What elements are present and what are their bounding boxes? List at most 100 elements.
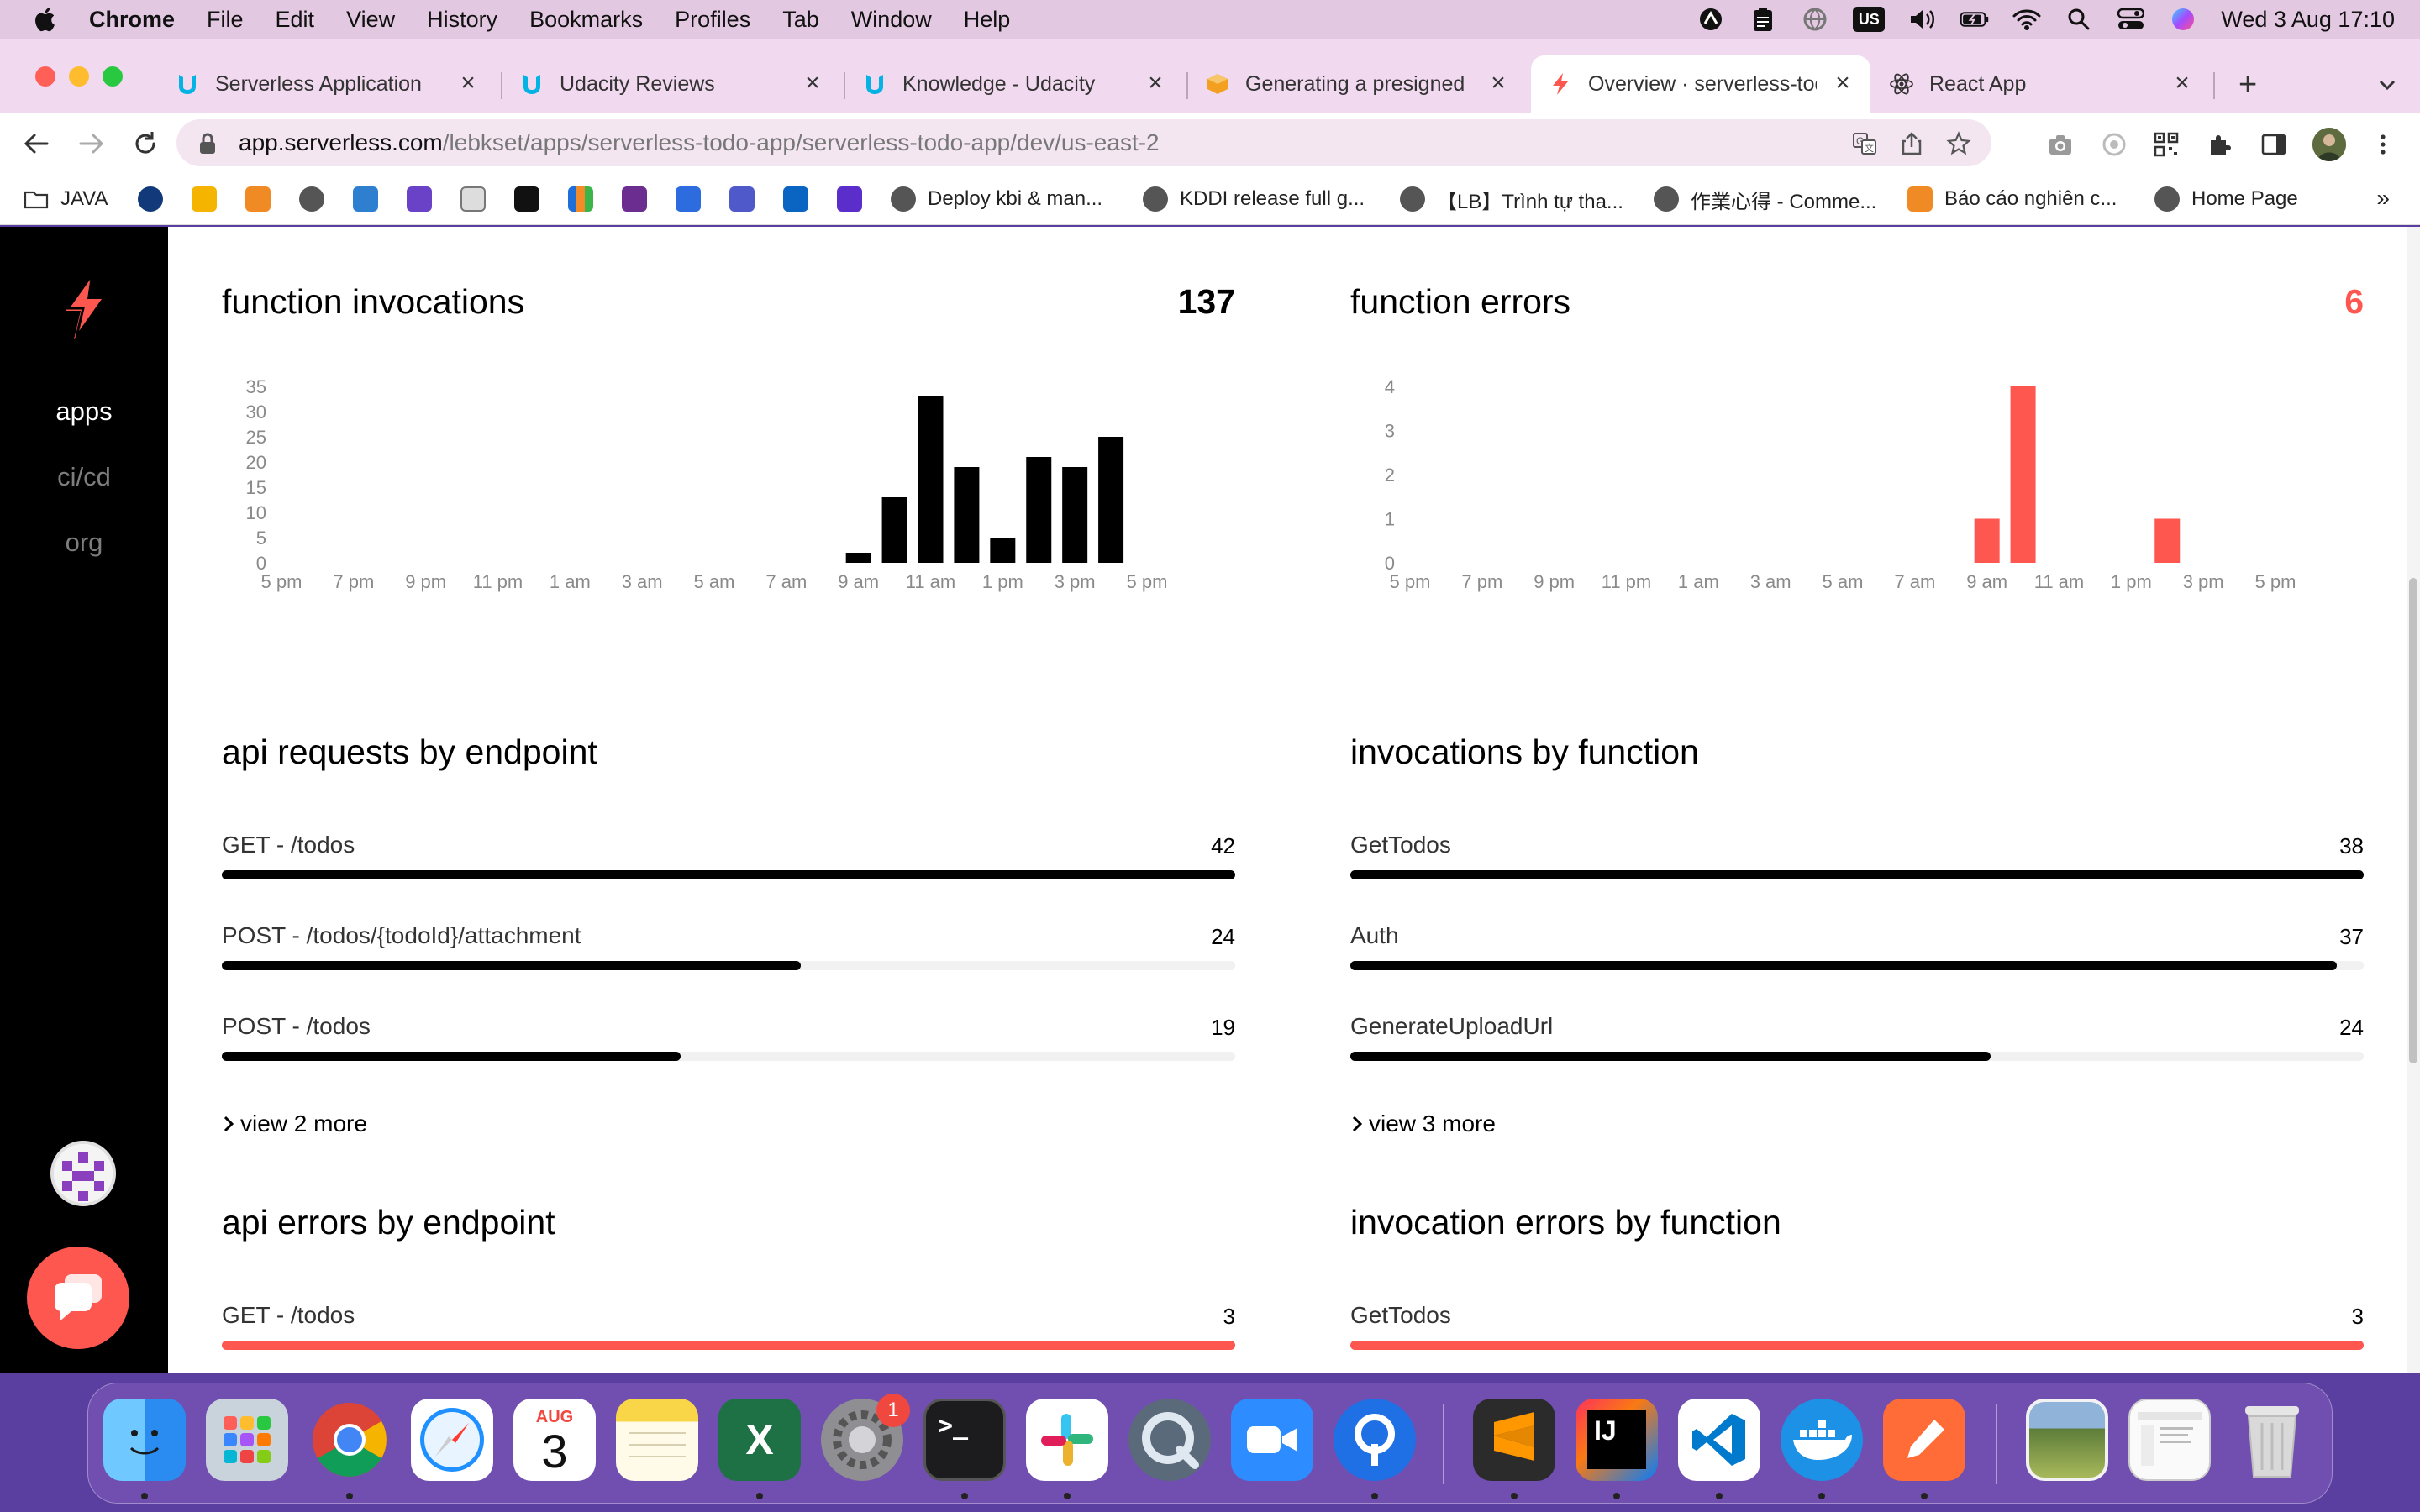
close-icon[interactable]: ×	[1143, 71, 1168, 96]
menu-file[interactable]: File	[207, 7, 244, 33]
bookmark-sagyo-shintoku[interactable]: 作業心得 - Comme...	[1654, 185, 1876, 213]
bookmark-icon-only[interactable]	[407, 185, 444, 213]
tab-search-chevron-icon[interactable]	[2375, 72, 2400, 97]
endpoint-row[interactable]: GET - /todos 42	[222, 832, 1235, 882]
support-chat-button[interactable]	[27, 1247, 129, 1349]
bookmark-deploy-kbi[interactable]: Deploy kbi & man...	[891, 185, 1102, 213]
chart-bar[interactable]	[2154, 518, 2181, 564]
bookmark-home-page[interactable]: Home Page	[2154, 185, 2298, 213]
close-icon[interactable]: ×	[455, 71, 481, 96]
menu-history[interactable]: History	[427, 7, 497, 33]
menubar-clock[interactable]: Wed 3 Aug 17:10	[2221, 7, 2395, 33]
menu-help[interactable]: Help	[964, 7, 1011, 33]
bookmark-bao-cao[interactable]: Báo cáo nghiên c...	[1907, 185, 2117, 213]
sidebar-item-org[interactable]: org	[0, 528, 168, 558]
chart-bar[interactable]	[954, 467, 980, 563]
menu-profiles[interactable]: Profiles	[675, 7, 750, 33]
endpoint-row[interactable]: POST - /todos/{todoId}/attachment 24	[222, 922, 1235, 973]
terminal-icon[interactable]: >_	[923, 1399, 1006, 1481]
extensions-puzzle-icon[interactable]	[2207, 131, 2233, 158]
tab-serverless-application[interactable]: Serverless Application ×	[160, 55, 496, 113]
bookmark-icon-only[interactable]	[192, 185, 229, 213]
tab-knowledge-udacity[interactable]: Knowledge - Udacity ×	[847, 55, 1183, 113]
close-icon[interactable]: ×	[1830, 71, 1855, 96]
function-error-row[interactable]: GetTodos 3	[1350, 1302, 2364, 1352]
chart-bar[interactable]	[1062, 467, 1088, 563]
trash-icon[interactable]	[2231, 1399, 2313, 1481]
spotlight-search-icon[interactable]	[2065, 7, 2093, 32]
close-icon[interactable]: ×	[1486, 71, 1511, 96]
excel-icon[interactable]: X	[718, 1399, 801, 1481]
slack-icon[interactable]	[1026, 1399, 1108, 1481]
launchpad-icon[interactable]	[206, 1399, 288, 1481]
close-icon[interactable]: ×	[2170, 71, 2195, 96]
menu-edit[interactable]: Edit	[276, 7, 315, 33]
address-bar[interactable]: app.serverless.com/lebkset/apps/serverle…	[176, 119, 1991, 166]
bookmark-icon-only[interactable]	[353, 185, 390, 213]
chrome-menu-kebab-icon[interactable]	[2370, 131, 2396, 158]
view-more-link[interactable]: view 3 more	[1350, 1110, 1496, 1137]
bookmark-icon-only[interactable]	[245, 185, 282, 213]
record-extension-icon[interactable]	[2101, 131, 2128, 158]
back-arrow-icon[interactable]	[22, 129, 50, 158]
finder-icon[interactable]	[103, 1399, 186, 1481]
tab-generating-presigned-url[interactable]: Generating a presigned URL ×	[1190, 55, 1526, 113]
tab-overview-serverless-todo[interactable]: Overview · serverless-todo ×	[1531, 55, 1870, 113]
qr-code-extension-icon[interactable]	[2153, 131, 2180, 158]
menu-bookmarks[interactable]: Bookmarks	[529, 7, 643, 33]
safari-icon[interactable]	[411, 1399, 493, 1481]
user-avatar[interactable]	[50, 1141, 116, 1206]
calendar-icon[interactable]: AUG 3	[513, 1399, 596, 1481]
address-url[interactable]: app.serverless.com/lebkset/apps/serverle…	[239, 129, 1160, 156]
chart-bar[interactable]	[1098, 437, 1124, 563]
menu-app-chrome[interactable]: Chrome	[89, 7, 175, 33]
photos-preview-icon[interactable]	[2026, 1399, 2108, 1481]
bookmark-icon-only[interactable]	[138, 185, 175, 213]
cleaner-status-icon[interactable]	[1697, 7, 1725, 32]
chart-bar[interactable]	[2010, 386, 2036, 563]
bookmark-icon-only[interactable]	[676, 185, 713, 213]
proxyman-icon[interactable]	[1334, 1399, 1416, 1481]
quicktime-icon[interactable]	[1128, 1399, 1211, 1481]
vpn-globe-status-icon[interactable]	[1801, 7, 1829, 32]
bookmark-icon-only[interactable]	[837, 185, 874, 213]
chart-bar[interactable]	[1974, 518, 2000, 564]
bookmark-lb-trinh-tu[interactable]: 【LB】Trình tự tha...	[1400, 185, 1623, 213]
sidebar-item-apps[interactable]: apps	[0, 396, 168, 427]
scrollbar-thumb[interactable]	[2409, 578, 2417, 1063]
endpoint-error-row[interactable]: GET - /todos 3	[222, 1302, 1235, 1352]
close-icon[interactable]: ×	[800, 71, 825, 96]
bookmark-star-icon[interactable]	[1946, 131, 1971, 156]
bookmark-icon-only[interactable]	[729, 185, 766, 213]
bookmarks-overflow-chevron[interactable]: »	[2376, 185, 2390, 212]
siri-icon[interactable]	[2169, 7, 2197, 32]
chart-bar[interactable]	[990, 538, 1016, 563]
sublime-text-icon[interactable]	[1473, 1399, 1555, 1481]
lock-icon[interactable]	[198, 133, 217, 155]
finder-window-icon[interactable]	[2128, 1399, 2211, 1481]
control-center-icon[interactable]	[2117, 7, 2145, 32]
view-more-link[interactable]: view 2 more	[222, 1110, 367, 1137]
serverless-logo-icon[interactable]	[57, 274, 109, 341]
bookmark-icon-only[interactable]	[299, 185, 336, 213]
chrome-icon[interactable]	[308, 1399, 391, 1481]
function-row[interactable]: Auth 37	[1350, 922, 2364, 973]
bookmark-icon-only[interactable]	[568, 185, 605, 213]
menu-view[interactable]: View	[346, 7, 395, 33]
camera-extension-icon[interactable]	[2047, 131, 2074, 158]
reload-icon[interactable]	[131, 129, 160, 158]
input-source-icon[interactable]: US	[1853, 7, 1886, 32]
side-panel-icon[interactable]	[2260, 131, 2287, 158]
window-close-button[interactable]	[35, 66, 55, 87]
docker-icon[interactable]	[1781, 1399, 1863, 1481]
apple-menu-icon[interactable]	[32, 5, 60, 34]
bookmark-kddi-release[interactable]: KDDI release full g...	[1143, 185, 1365, 213]
wifi-status-icon[interactable]	[2012, 7, 2041, 32]
bookmark-icon-only[interactable]	[460, 185, 497, 213]
function-row[interactable]: GetTodos 38	[1350, 832, 2364, 882]
tab-udacity-reviews[interactable]: Udacity Reviews ×	[504, 55, 840, 113]
menu-tab[interactable]: Tab	[782, 7, 819, 33]
sidebar-item-cicd[interactable]: ci/cd	[0, 462, 168, 492]
page-scrollbar[interactable]	[2407, 227, 2420, 1373]
function-row[interactable]: GenerateUploadUrl 24	[1350, 1013, 2364, 1063]
